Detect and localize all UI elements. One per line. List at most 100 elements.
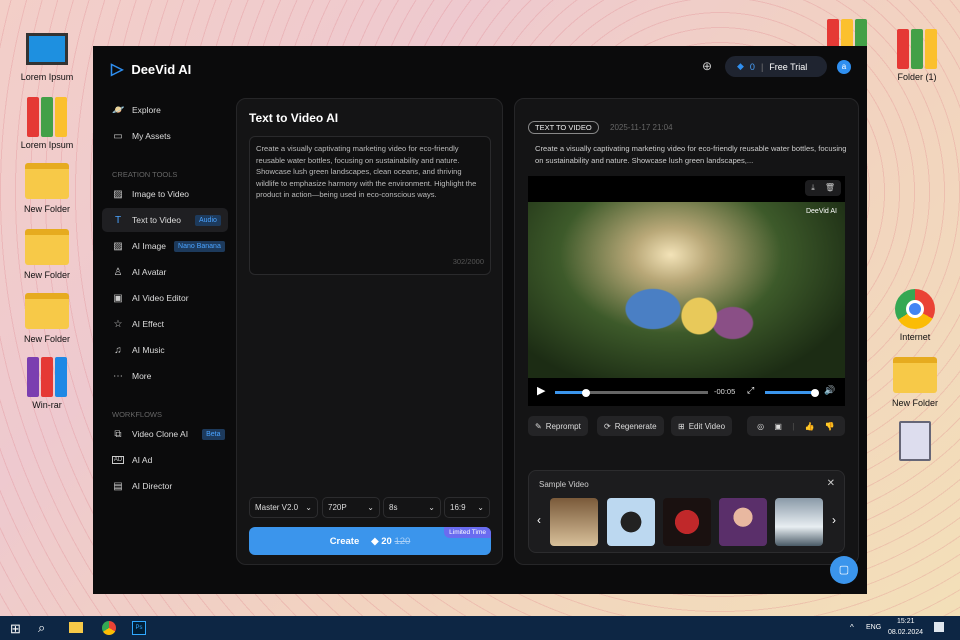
desktop-icon-folder[interactable]: New Folder bbox=[880, 354, 950, 408]
result-prompt: Create a visually captivating marketing … bbox=[535, 144, 847, 165]
sidebar-item-ai-music[interactable]: ♫ AI Music bbox=[102, 338, 228, 362]
reprompt-button[interactable]: ✎ Reprompt bbox=[528, 416, 588, 436]
clock-time[interactable]: 15:21 bbox=[897, 618, 915, 625]
video-toolbar: ⤓ 🗑 bbox=[805, 180, 841, 196]
prompt-textarea[interactable]: Create a visually captivating marketing … bbox=[249, 136, 491, 275]
photoshop-icon[interactable]: Ps bbox=[132, 621, 146, 635]
chevron-up-icon[interactable]: ^ bbox=[850, 623, 854, 632]
eye-icon[interactable]: ◎ bbox=[757, 422, 764, 431]
volume-icon[interactable]: 🔊 bbox=[824, 385, 835, 396]
type-tag: TEXT TO VIDEO bbox=[528, 121, 599, 134]
chrome-taskbar-icon[interactable] bbox=[102, 621, 116, 635]
sidebar-item-ai-video-editor[interactable]: ▣ AI Video Editor bbox=[102, 286, 228, 310]
avatar[interactable]: a bbox=[837, 60, 851, 74]
desktop-icon-recycle-bin[interactable] bbox=[880, 420, 950, 464]
ratio-select[interactable]: 16:9 ⌄ bbox=[444, 497, 490, 518]
editor-panel: Text to Video AI Create a visually capti… bbox=[236, 98, 503, 565]
sample-thumbnail[interactable] bbox=[550, 498, 598, 546]
timestamp: 2025-11-17 21:04 bbox=[610, 123, 673, 132]
beta-badge: Beta bbox=[202, 428, 225, 440]
video-frame: DeeVid AI bbox=[528, 202, 845, 378]
desktop-icon-internet[interactable]: Internet bbox=[880, 288, 950, 342]
video-edit-icon: ▣ bbox=[113, 292, 123, 304]
duration-select[interactable]: 8s ⌄ bbox=[383, 497, 441, 518]
winrar-icon bbox=[24, 356, 70, 398]
desktop-icon-folder[interactable]: New Folder bbox=[12, 290, 82, 344]
music-icon: ♫ bbox=[114, 344, 122, 356]
clone-icon: ⧉ bbox=[114, 428, 122, 440]
sidebar-item-ai-avatar[interactable]: ♙ AI Avatar bbox=[102, 260, 228, 284]
folder-icon: ▭ bbox=[113, 130, 123, 142]
chevron-left-icon[interactable]: ‹ bbox=[537, 513, 541, 527]
text-icon: T bbox=[114, 214, 122, 226]
create-button[interactable]: Create ◆ 20 120 Limited Time bbox=[249, 527, 491, 555]
sidebar-item-ai-effect[interactable]: ☆ AI Effect bbox=[102, 312, 228, 336]
thumbs-down-icon[interactable]: 👎 bbox=[825, 422, 835, 431]
feedback-toolbar: ◎ ▣ | 👍 👎 bbox=[747, 416, 845, 436]
regenerate-button[interactable]: ⟳ Regenerate bbox=[597, 416, 664, 436]
play-icon[interactable]: ▶ bbox=[537, 384, 545, 397]
windows-start-icon[interactable]: ⊞ bbox=[10, 621, 21, 637]
model-select[interactable]: Master V2.0 ⌄ bbox=[249, 497, 318, 518]
time-remaining: -00:05 bbox=[714, 387, 736, 396]
sample-thumbnail[interactable] bbox=[775, 498, 823, 546]
chevron-down-icon: ⌄ bbox=[428, 503, 435, 512]
file-explorer-icon[interactable] bbox=[69, 622, 83, 633]
sidebar-item-explore[interactable]: 🪐 Explore bbox=[102, 98, 228, 122]
desktop-icon-winrar[interactable]: Win-rar bbox=[12, 356, 82, 410]
chat-support-button[interactable]: ▢ bbox=[830, 556, 858, 584]
sidebar-item-more[interactable]: ⋯ More bbox=[102, 364, 228, 388]
notification-icon[interactable] bbox=[934, 622, 944, 632]
close-icon[interactable]: ✕ bbox=[827, 478, 835, 489]
sidebar-item-text-to-video[interactable]: T Text to Video Audio bbox=[102, 208, 228, 232]
folder-icon bbox=[24, 160, 70, 202]
logo-play-icon: ▷ bbox=[111, 61, 124, 78]
sample-thumbnail[interactable] bbox=[607, 498, 655, 546]
fullscreen-icon[interactable]: ⤢ bbox=[747, 385, 754, 396]
separator: | bbox=[760, 61, 764, 72]
sidebar-item-ai-image[interactable]: ▨ AI Image Nano Banana bbox=[102, 234, 228, 258]
books-icon bbox=[24, 96, 70, 138]
sidebar-item-my-assets[interactable]: ▭ My Assets bbox=[102, 124, 228, 148]
desktop-icon-folder-1[interactable]: Folder (1) bbox=[882, 28, 952, 82]
editor-title: Text to Video AI bbox=[249, 111, 339, 125]
watermark: DeeVid AI bbox=[805, 208, 837, 215]
chevron-right-icon[interactable]: › bbox=[832, 513, 836, 527]
clock-date[interactable]: 08.02.2024 bbox=[888, 629, 923, 636]
chevron-down-icon: ⌄ bbox=[305, 503, 312, 512]
refresh-icon: ⟳ bbox=[604, 421, 611, 431]
image-icon: ▨ bbox=[113, 188, 123, 200]
chrome-icon bbox=[892, 288, 938, 330]
download-icon[interactable]: ⤓ bbox=[811, 183, 815, 193]
thumbs-up-icon[interactable]: 👍 bbox=[805, 422, 815, 431]
trash-icon[interactable]: 🗑 bbox=[825, 183, 835, 193]
edit-video-button[interactable]: ⊞ Edit Video bbox=[671, 416, 733, 436]
language-indicator[interactable]: ENG bbox=[866, 624, 881, 631]
limited-time-badge: Limited Time bbox=[444, 527, 491, 538]
star-icon: ☆ bbox=[113, 318, 123, 330]
sidebar-item-image-to-video[interactable]: ▨ Image to Video bbox=[102, 182, 228, 206]
credits-button[interactable]: ◆ 0 | Free Trial bbox=[725, 56, 827, 77]
seek-bar[interactable] bbox=[555, 388, 708, 397]
desktop-icon-folder[interactable]: New Folder bbox=[12, 226, 82, 280]
diamond-icon: ◆ bbox=[737, 61, 744, 71]
video-player[interactable]: DeeVid AI ⤓ 🗑 ▶ -00:05 ⤢ 🔊 bbox=[528, 176, 845, 406]
sidebar-item-video-clone-ai[interactable]: ⧉ Video Clone AI Beta bbox=[102, 422, 228, 446]
deevid-window: ▷ DeeVid AI ⊕ ◆ 0 | Free Trial a 🪐 Explore ▭ M… bbox=[93, 46, 867, 594]
desktop-icon-computer[interactable]: Lorem Ipsum bbox=[12, 28, 82, 82]
desktop-icon-books[interactable]: Lorem Ipsum bbox=[12, 96, 82, 150]
edit-video-icon: ⊞ bbox=[678, 421, 685, 431]
chevron-down-icon: ⌄ bbox=[477, 503, 484, 512]
folder-icon bbox=[24, 290, 70, 332]
search-icon[interactable]: ⌕ bbox=[38, 620, 45, 636]
sample-thumbnail[interactable] bbox=[663, 498, 711, 546]
globe-icon[interactable]: ⊕ bbox=[702, 59, 712, 73]
desktop-icon-folder[interactable]: New Folder bbox=[12, 160, 82, 214]
sample-thumbnail[interactable] bbox=[719, 498, 767, 546]
resolution-select[interactable]: 720P ⌄ bbox=[322, 497, 380, 518]
sidebar-item-ai-director[interactable]: ▤ AI Director bbox=[102, 474, 228, 498]
extend-icon[interactable]: ▣ bbox=[774, 422, 782, 431]
sidebar-item-ai-ad[interactable]: AD AI Ad bbox=[102, 448, 228, 472]
volume-slider[interactable] bbox=[765, 388, 819, 397]
app-logo[interactable]: ▷ DeeVid AI bbox=[111, 59, 191, 79]
